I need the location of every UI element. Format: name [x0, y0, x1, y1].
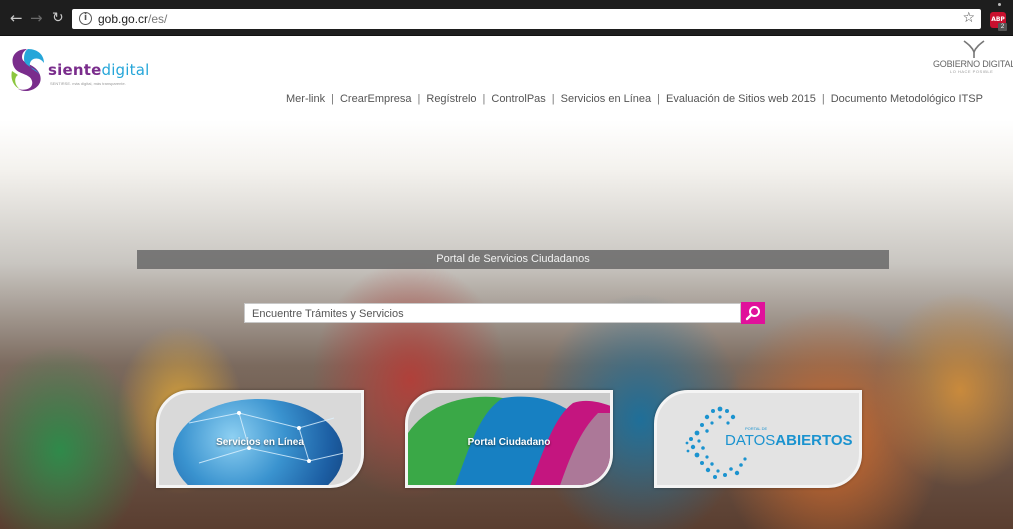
magnifier-icon — [745, 306, 760, 321]
info-icon[interactable]: i — [79, 12, 92, 25]
browser-toolbar: ← → ↻ i gob.go.cr/es/ ☆ ABP 2 — [0, 0, 1013, 36]
nav-separator: | — [417, 93, 421, 105]
url-host: gob.go.cr — [98, 12, 149, 26]
nav-link-servicios-en-linea[interactable]: Servicios en Línea — [561, 93, 652, 105]
nav-link-evaluacion-sitios[interactable]: Evaluación de Sitios web 2015 — [666, 93, 816, 105]
nav-link-control-pas[interactable]: ControlPas — [491, 93, 545, 105]
nav-separator: | — [657, 93, 661, 105]
datos-small-label: PORTAL DE — [745, 426, 768, 431]
logo-tagline: SENTIRSE. más digital, más transparente. — [50, 81, 126, 86]
url-text[interactable]: gob.go.cr/es/ — [98, 12, 167, 26]
tile-datos-abiertos[interactable]: PORTAL DE DATOSABIERTOS — [654, 390, 862, 488]
nav-separator: | — [821, 93, 825, 105]
menu-dot-icon — [998, 3, 1001, 6]
nav-link-registrelo[interactable]: Regístrelo — [426, 93, 476, 105]
gobierno-digital-tagline: LO HACE POSIBLE — [950, 69, 994, 74]
nav-separator: | — [551, 93, 555, 105]
portal-banner: Portal de Servicios Ciudadanos — [137, 250, 889, 269]
address-bar[interactable]: i gob.go.cr/es/ ☆ — [72, 9, 981, 29]
back-arrow-icon[interactable]: ← — [10, 10, 23, 26]
gobierno-digital-emblem-icon — [963, 40, 985, 58]
search-input[interactable] — [245, 305, 740, 323]
url-path: /es/ — [148, 12, 168, 26]
portal-banner-title: Portal de Servicios Ciudadanos — [436, 253, 590, 265]
reload-icon[interactable]: ↻ — [52, 10, 64, 26]
tile-servicios-en-linea[interactable]: Servicios en Línea — [156, 390, 364, 488]
siente-digital-logo-icon[interactable] — [8, 47, 46, 93]
search-field[interactable] — [244, 303, 741, 323]
extension-badge: 2 — [998, 23, 1007, 31]
nav-link-documento-metodologico[interactable]: Documento Metodológico ITSP — [831, 93, 983, 105]
tile-servicios-label: Servicios en Línea — [216, 437, 304, 448]
site-header: sientedigital SENTIRSE. más digital, más… — [0, 37, 1013, 120]
forward-arrow-icon[interactable]: → — [30, 10, 43, 26]
bookmark-star-icon[interactable]: ☆ — [962, 10, 975, 26]
nav-separator: | — [331, 93, 334, 105]
gobierno-digital-title: GOBIERNO DIGITAL — [933, 59, 1013, 69]
hero-section: Portal de Servicios Ciudadanos Servicios… — [0, 120, 1013, 529]
logo-wordmark[interactable]: sientedigital — [48, 61, 150, 79]
nav-separator: | — [482, 93, 486, 105]
nav-link-crear-empresa[interactable]: CrearEmpresa — [340, 93, 412, 105]
nav-link-mer-link[interactable]: Mer-link — [286, 93, 325, 105]
datos-abiertos-label: DATOSABIERTOS — [725, 432, 853, 449]
tile-portal-ciudadano[interactable]: Portal Ciudadano — [405, 390, 613, 488]
top-navigation: Mer-link | CrearEmpresa | Regístrelo | Control… — [286, 93, 983, 105]
tile-portal-label: Portal Ciudadano — [467, 437, 551, 448]
search-button[interactable] — [741, 302, 765, 324]
